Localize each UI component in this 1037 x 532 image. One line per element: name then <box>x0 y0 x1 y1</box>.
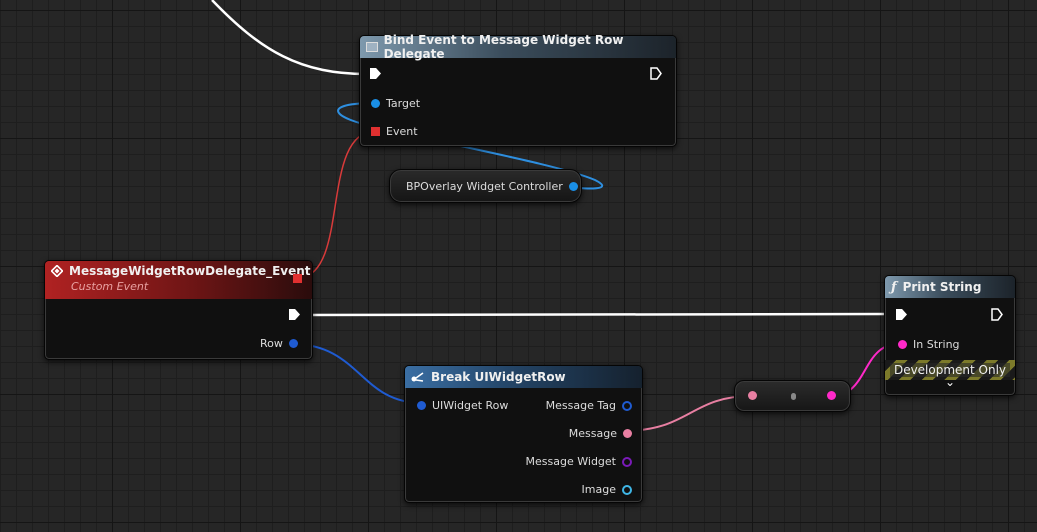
custom-event-title: MessageWidgetRowDelegate_Event <box>69 264 311 278</box>
widget-controller-label: BPOverlay Widget Controller <box>406 180 563 193</box>
exec-out-icon[interactable] <box>650 67 662 80</box>
target-pin[interactable]: Target <box>371 97 420 110</box>
bind-event-header[interactable]: Bind Event to Message Widget Row Delegat… <box>360 33 676 61</box>
message-tag-pin[interactable]: Message Tag <box>546 399 632 412</box>
delegate-out-icon[interactable] <box>293 274 302 283</box>
custom-event-header[interactable]: MessageWidgetRowDelegate_Event Custom Ev… <box>45 261 312 299</box>
widget-controller-pin-icon[interactable] <box>568 182 578 191</box>
wire-event <box>300 130 377 279</box>
exec-out-pin[interactable] <box>650 67 662 80</box>
target-pin-label: Target <box>386 97 421 110</box>
uiwidget-row-pin-icon[interactable] <box>417 401 426 410</box>
row-pin-icon[interactable] <box>288 339 298 348</box>
print-exec-in-pin[interactable] <box>896 309 907 320</box>
conversion-dot-icon <box>791 393 796 400</box>
bind-event-node[interactable]: Bind Event to Message Widget Row Delegat… <box>359 33 677 147</box>
uiwidget-row-label: UIWidget Row <box>432 399 509 412</box>
print-string-header[interactable]: ƒ Print String <box>885 276 1015 298</box>
exec-in-icon[interactable] <box>370 68 381 79</box>
in-string-pin[interactable]: In String <box>898 338 960 351</box>
delegate-out-pin[interactable] <box>293 274 302 283</box>
conversion-output-pin[interactable] <box>827 391 836 400</box>
break-row-node[interactable]: Break UIWidgetRow UIWidget Row Message T… <box>404 365 643 503</box>
function-f-icon: ƒ <box>891 279 897 295</box>
break-struct-icon <box>411 372 424 382</box>
break-row-title: Break UIWidgetRow <box>431 370 566 384</box>
message-tag-label: Message Tag <box>545 399 616 412</box>
in-string-pin-icon[interactable] <box>898 340 907 349</box>
break-row-header[interactable]: Break UIWidgetRow <box>405 366 642 388</box>
widget-controller-output[interactable]: BPOverlay Widget Controller <box>406 180 578 193</box>
event-diamond-icon <box>51 265 63 277</box>
image-label: Image <box>581 483 616 496</box>
custom-event-node[interactable]: MessageWidgetRowDelegate_Event Custom Ev… <box>44 260 313 360</box>
print-exec-out-icon[interactable] <box>991 308 1003 321</box>
wire-exec-main <box>295 312 901 317</box>
text-to-string-conversion-node[interactable] <box>734 380 851 412</box>
image-pin-icon[interactable] <box>622 484 632 495</box>
exec-in-pin[interactable] <box>370 68 381 79</box>
image-pin[interactable]: Image <box>582 483 632 496</box>
widget-controller-node[interactable]: BPOverlay Widget Controller <box>389 169 582 203</box>
print-string-node[interactable]: ƒ Print String In String Development Onl… <box>884 275 1016 396</box>
row-pin-label: Row <box>260 337 283 350</box>
row-pin[interactable]: Row <box>260 337 298 350</box>
in-string-label: In String <box>913 338 960 351</box>
message-pin-icon[interactable] <box>623 429 632 438</box>
expand-chevron-icon[interactable]: ⌄ <box>885 376 1015 388</box>
event-pin-label: Event <box>386 125 418 138</box>
print-exec-out-pin[interactable] <box>991 308 1003 321</box>
message-tag-pin-icon[interactable] <box>622 400 632 411</box>
message-widget-pin[interactable]: Message Widget <box>526 455 632 468</box>
message-pin[interactable]: Message <box>569 427 632 440</box>
event-pin-icon[interactable] <box>371 127 380 136</box>
bind-event-title: Bind Event to Message Widget Row Delegat… <box>383 33 624 61</box>
event-pin[interactable]: Event <box>371 125 418 138</box>
wire-exec-top <box>211 0 371 76</box>
exec-out-event-icon[interactable] <box>289 309 300 320</box>
conversion-input-pin[interactable] <box>748 391 757 400</box>
message-widget-pin-icon[interactable] <box>622 456 632 467</box>
custom-event-subtitle: Custom Event <box>71 280 149 293</box>
exec-out-pin-event[interactable] <box>289 309 300 320</box>
message-widget-label: Message Widget <box>525 455 616 468</box>
function-node-icon <box>366 42 378 52</box>
target-pin-icon[interactable] <box>371 99 380 108</box>
print-exec-in-icon[interactable] <box>896 309 907 320</box>
uiwidget-row-pin[interactable]: UIWidget Row <box>417 399 508 412</box>
message-label: Message <box>568 427 617 440</box>
print-string-title: Print String <box>902 280 982 294</box>
